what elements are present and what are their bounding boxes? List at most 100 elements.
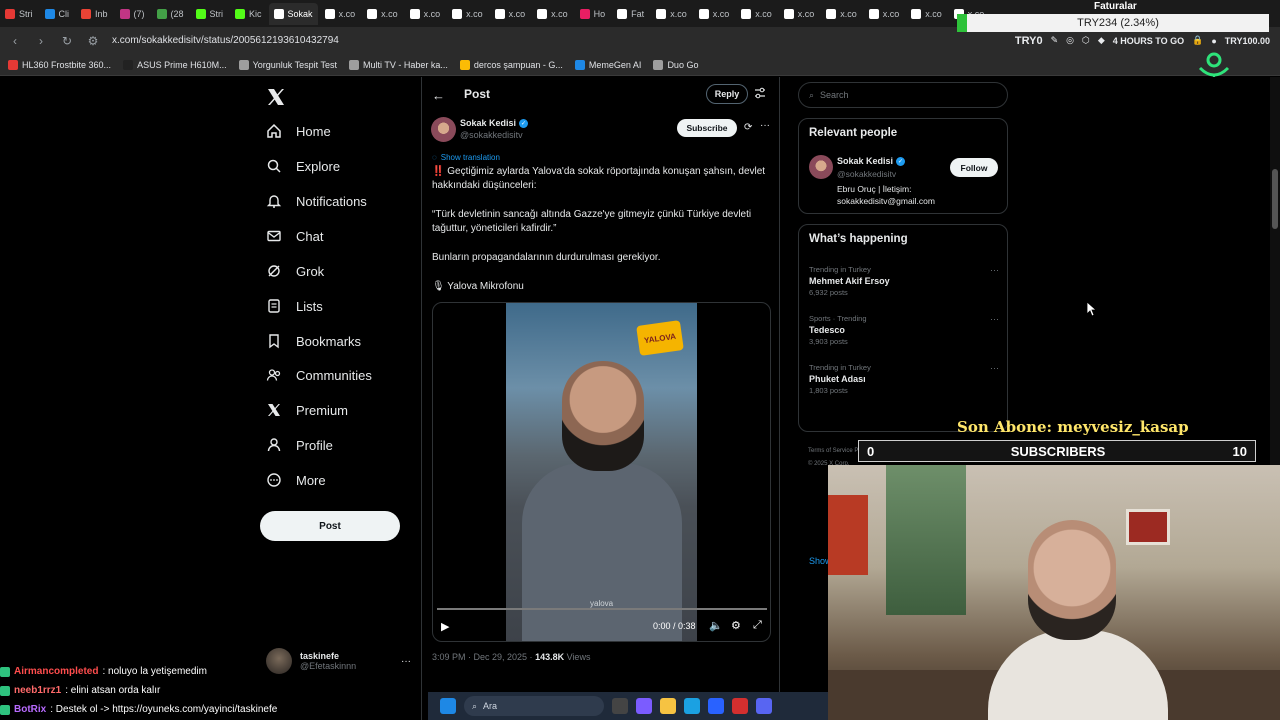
browser-tab[interactable]: x.co <box>821 3 862 25</box>
subscribe-button[interactable]: Subscribe <box>677 119 737 137</box>
browser-tab[interactable]: x.co <box>736 3 777 25</box>
profile-icon[interactable]: ● <box>1211 36 1216 46</box>
sidebar-item-home[interactable]: Home <box>266 123 331 139</box>
browser-tab[interactable]: x.co <box>779 3 820 25</box>
more-icon[interactable]: ··· <box>990 363 999 373</box>
author-avatar[interactable] <box>431 117 456 142</box>
avatar[interactable] <box>809 155 833 179</box>
trend-context: Sports · Trending <box>809 314 867 323</box>
task-view-icon[interactable] <box>612 698 628 714</box>
settings-icon[interactable]: ⚙ <box>731 619 741 632</box>
filter-icon[interactable] <box>754 87 766 99</box>
reload-icon[interactable]: ↻ <box>60 34 74 48</box>
reply-button[interactable]: Reply <box>706 84 748 104</box>
browser-tab[interactable]: x.co <box>320 3 361 25</box>
copilot-icon[interactable] <box>636 698 652 714</box>
browser-tab[interactable]: Sokak <box>268 2 318 25</box>
search-box[interactable]: ⌕ Search <box>798 82 1008 108</box>
browser-tab[interactable]: Fat <box>612 3 649 25</box>
x-logo-icon[interactable] <box>266 87 286 107</box>
browser-tab[interactable]: Cli <box>40 3 75 25</box>
author-handle[interactable]: @sokakkedisitv <box>460 130 523 140</box>
browser-tab[interactable]: Ho <box>575 3 611 25</box>
post-timestamp[interactable]: 3:09 PM · Dec 29, 2025 · <box>432 652 535 662</box>
browser-tab[interactable]: x.co <box>447 3 488 25</box>
bookmark-item[interactable]: HL360 Frostbite 360... <box>8 59 111 70</box>
bookmark-item[interactable]: MemeGen AI <box>574 59 641 70</box>
tab-favicon-icon <box>156 8 167 19</box>
video-progress-bar[interactable] <box>437 608 767 610</box>
discord-icon[interactable] <box>756 698 772 714</box>
lock-icon[interactable]: 🔒 <box>1192 35 1203 46</box>
scrollbar-thumb[interactable] <box>1272 169 1278 229</box>
trend-item[interactable]: Sports · Trending Tedesco 3,903 posts ··· <box>809 314 999 346</box>
sidebar-item-chat[interactable]: Chat <box>266 228 323 244</box>
tab-label: x.co <box>381 8 398 19</box>
browser-tab[interactable]: (28 <box>152 3 189 25</box>
browser-tab[interactable]: Kic <box>230 3 267 25</box>
more-icon[interactable]: ··· <box>760 120 770 131</box>
browser-tab[interactable]: Stri <box>191 3 229 25</box>
sidebar-item-lists[interactable]: Lists <box>266 298 323 314</box>
trend-item[interactable]: Trending in Turkey Phuket Adası 1,803 post… <box>809 363 999 395</box>
extension-icon[interactable]: ⬡ <box>1082 35 1090 46</box>
post-button[interactable]: Post <box>260 511 400 541</box>
extension-icon[interactable]: ✎ <box>1051 35 1059 46</box>
browser-tab[interactable]: x.co <box>490 3 531 25</box>
sidebar-item-communities[interactable]: Communities <box>266 367 372 383</box>
browser-tab[interactable]: x.co <box>651 3 692 25</box>
more-icon[interactable]: ··· <box>990 265 999 275</box>
bookmark-item[interactable]: dercos şampuan - G... <box>459 59 563 70</box>
browser-tab[interactable]: x.co <box>532 3 573 25</box>
browser-tab[interactable]: x.co <box>405 3 446 25</box>
browser-tab[interactable]: x.co <box>864 3 905 25</box>
bookmark-item[interactable]: Duo Go <box>653 59 698 70</box>
subscriber-goal-bar: 0 SUBSCRIBERS 10 <box>858 440 1256 462</box>
sidebar-item-bookmarks[interactable]: Bookmarks <box>266 333 361 349</box>
tab-label: x.co <box>423 8 441 19</box>
edge-icon[interactable] <box>684 698 700 714</box>
store-icon[interactable] <box>708 698 724 714</box>
taskbar-search[interactable]: ⌕ Ara <box>464 696 604 716</box>
back-icon[interactable]: ‹ <box>8 34 22 48</box>
trend-item[interactable]: Trending in Turkey Mehmet Akif Ersoy 6,932… <box>809 265 999 297</box>
volume-icon[interactable]: 🔈 <box>709 619 723 632</box>
extension-icon[interactable]: ◆ <box>1098 35 1105 46</box>
grok-icon[interactable]: ⟳ <box>744 122 752 133</box>
windows-start-icon[interactable] <box>440 698 456 714</box>
browser-tab[interactable]: x.co <box>362 3 403 25</box>
sidebar-item-profile[interactable]: Profile <box>266 437 333 453</box>
browser-tab[interactable]: x.co <box>906 3 947 25</box>
bookmark-item[interactable]: ASUS Prime H610M... <box>123 59 227 70</box>
tab-label: x.co <box>508 8 526 19</box>
browser-tab[interactable]: x.co <box>694 3 735 25</box>
fullscreen-icon[interactable]: ⤢ <box>753 619 762 632</box>
sidebar-item-grok[interactable]: Grok <box>266 263 324 279</box>
bookmark-item[interactable]: Yorgunluk Tespit Test <box>238 59 337 70</box>
bookmark-item[interactable]: Multi TV - Haber ka... <box>349 59 448 70</box>
follow-button[interactable]: Follow <box>950 158 998 177</box>
play-icon[interactable]: ▶ <box>441 620 449 633</box>
more-icon[interactable]: ··· <box>990 314 999 324</box>
relevant-people-panel: Relevant people Sokak Kedisi ✓ @sokakked… <box>798 118 1008 214</box>
forward-icon[interactable]: › <box>34 34 48 48</box>
browser-tab[interactable]: (7) <box>115 3 150 25</box>
tab-label: x.co <box>882 8 900 19</box>
sidebar-item-premium[interactable]: Premium <box>266 402 348 418</box>
browser-tab[interactable]: Inb <box>76 3 113 25</box>
file-explorer-icon[interactable] <box>660 698 676 714</box>
search-input[interactable]: Search <box>820 90 849 100</box>
back-arrow-icon[interactable]: ← <box>432 88 445 103</box>
sidebar-item-more[interactable]: More <box>266 472 326 488</box>
opera-icon[interactable] <box>732 698 748 714</box>
site-info-icon[interactable]: ⚙ <box>86 34 100 48</box>
author-name[interactable]: Sokak Kedisi ✓ <box>460 118 529 128</box>
sidebar-item-notifications[interactable]: Notifications <box>266 193 367 209</box>
extension-icon[interactable]: ◎ <box>1066 35 1074 46</box>
video-player[interactable]: YALOVA yalova ▶ 0:00 / 0:38 🔈 ⚙ ⤢ <box>432 302 771 642</box>
sidebar-item-explore[interactable]: Explore <box>266 158 340 174</box>
relevant-person-name[interactable]: Sokak Kedisi ✓ <box>837 156 906 166</box>
browser-tab[interactable]: Stri <box>0 3 38 25</box>
show-translation-link[interactable]: ◌ Show translation <box>432 153 500 162</box>
url-field[interactable]: x.com/sokakkedisitv/status/2005612193610… <box>112 35 339 46</box>
